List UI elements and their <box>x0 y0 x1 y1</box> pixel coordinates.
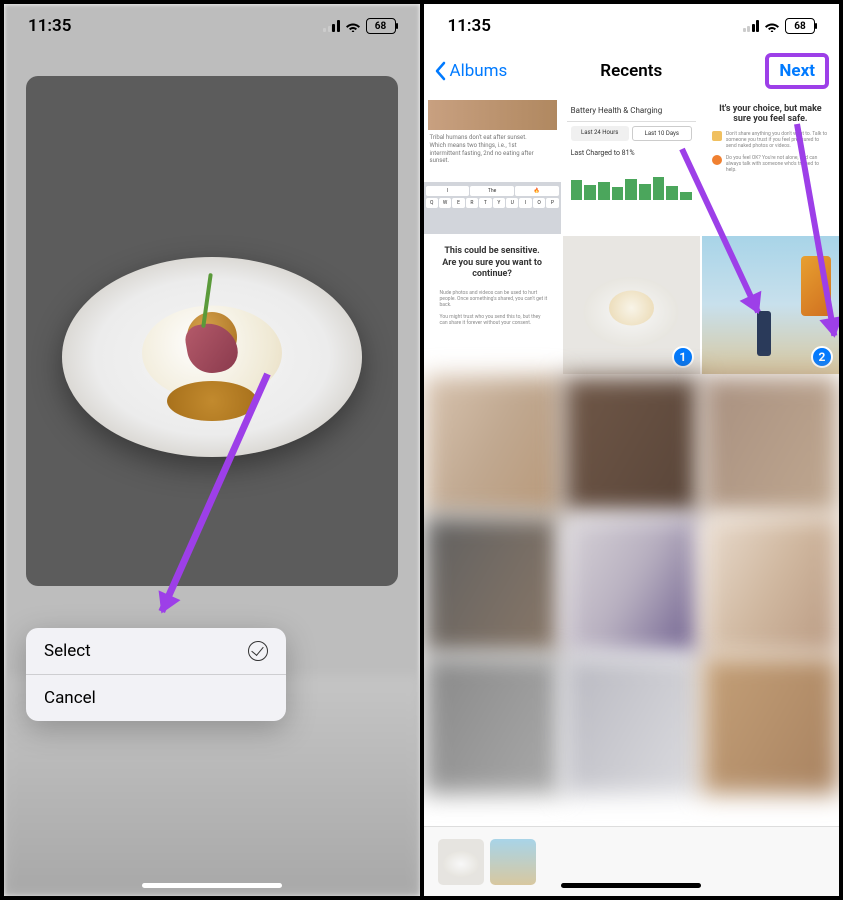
context-menu: Select Cancel <box>26 628 286 721</box>
menu-select[interactable]: Select <box>26 628 286 674</box>
grid-photo-blurred[interactable] <box>424 516 561 654</box>
menu-cancel-label: Cancel <box>44 688 96 708</box>
grid-photo-battery-screenshot[interactable]: Battery Health & Charging Last 24 Hours … <box>563 96 700 234</box>
status-icons: 68 <box>743 18 816 34</box>
menu-cancel[interactable]: Cancel <box>26 674 286 721</box>
back-label: Albums <box>450 61 508 81</box>
grid-photo-blurred[interactable] <box>563 376 700 514</box>
cellular-icon <box>323 20 340 32</box>
photo-grid[interactable]: Tribal humans don't eat after sunset. Wh… <box>424 96 840 826</box>
wifi-icon <box>764 20 780 32</box>
grid-photo-blurred[interactable] <box>702 656 839 794</box>
next-label: Next <box>779 61 815 81</box>
back-button[interactable]: Albums <box>434 61 508 81</box>
grid-photo-sensitive-screenshot[interactable]: This could be sensitive. Are you sure yo… <box>424 236 561 374</box>
status-bar: 11:35 68 <box>424 4 840 48</box>
selection-badge: 1 <box>672 346 694 368</box>
grid-photo-safety-screenshot[interactable]: It's your choice, but make sure you feel… <box>702 96 839 234</box>
food-plate-image <box>62 257 362 457</box>
wifi-icon <box>345 20 361 32</box>
grid-photo-blurred[interactable] <box>563 516 700 654</box>
battery-icon: 68 <box>785 18 815 34</box>
status-time: 11:35 <box>28 16 71 36</box>
keyboard-icon: IThe🔥 QWERTYUIOP <box>424 182 561 234</box>
grid-photo-blurred[interactable] <box>702 376 839 514</box>
phone-screenshot-right: 11:35 68 Albums Recents Next Tribal huma… <box>422 0 843 900</box>
grid-photo-blurred[interactable] <box>563 656 700 794</box>
home-indicator[interactable] <box>561 883 701 888</box>
selected-thumb[interactable] <box>438 839 484 885</box>
phone-screenshot-left: 11:35 68 Select Cancel <box>0 0 422 900</box>
next-button[interactable]: Next <box>765 53 829 89</box>
grid-photo-blurred[interactable] <box>424 656 561 794</box>
checkmark-circle-icon <box>248 641 268 661</box>
photo-preview[interactable] <box>26 76 398 586</box>
cellular-icon <box>743 20 760 32</box>
grid-photo-blurred[interactable] <box>424 376 561 514</box>
selected-thumb[interactable] <box>490 839 536 885</box>
status-bar: 11:35 68 <box>4 4 420 48</box>
status-time: 11:35 <box>448 16 491 36</box>
battery-icon: 68 <box>366 18 396 34</box>
grid-photo-screenshot-text[interactable]: Tribal humans don't eat after sunset. Wh… <box>424 96 561 234</box>
grid-photo-food[interactable]: 1 <box>563 236 700 374</box>
menu-select-label: Select <box>44 641 91 661</box>
selection-badge: 2 <box>811 346 833 368</box>
nav-bar: Albums Recents Next <box>424 48 840 94</box>
chevron-left-icon <box>434 61 446 81</box>
home-indicator[interactable] <box>142 883 282 888</box>
nav-title: Recents <box>600 61 662 81</box>
status-icons: 68 <box>323 18 396 34</box>
bar-chart-icon <box>567 161 696 206</box>
grid-photo-blurred[interactable] <box>702 516 839 654</box>
